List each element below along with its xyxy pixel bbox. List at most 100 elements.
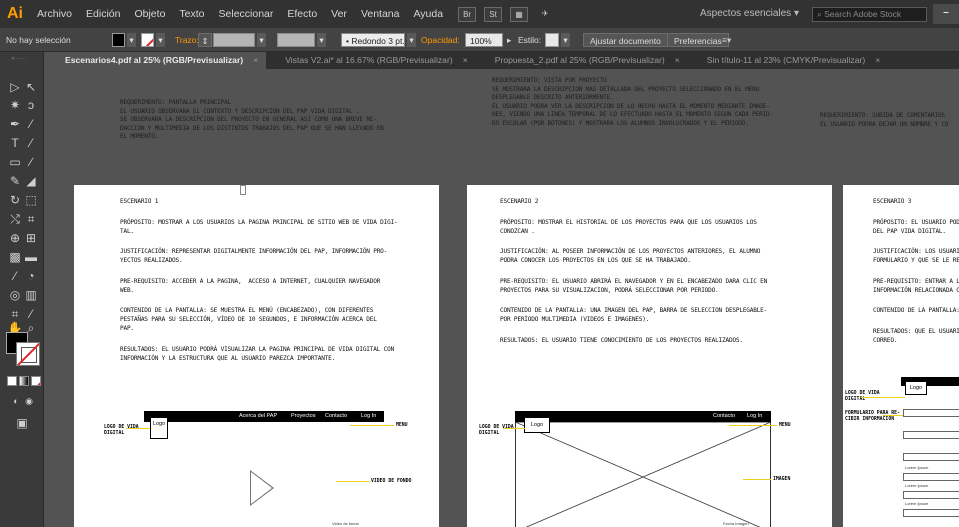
- wf-anno-menu: MENU: [396, 423, 408, 428]
- blend-tool-icon[interactable]: ◔: [22, 267, 40, 285]
- close-icon[interactable]: ×: [675, 55, 680, 65]
- escenario-3-body: PRÓPOSITO: EL USUARIO PODRÁ DEL PAP VIDA…: [873, 218, 959, 356]
- stroke-dropdown[interactable]: ▾: [156, 33, 165, 47]
- opacity-arrow-icon[interactable]: ▸: [507, 33, 511, 47]
- change-screen-mode-icon[interactable]: ▣: [13, 414, 31, 432]
- paintbrush-tool-icon[interactable]: ∕: [22, 153, 40, 171]
- scale-tool-icon[interactable]: ⬚: [22, 191, 40, 209]
- document-canvas[interactable]: REQUERIMENTO: PANTALLA PRINCIPAL EL USUA…: [44, 69, 959, 527]
- tab-sin-titulo-11[interactable]: Sin título-11 al 23% (CMYK/Previsualizar…: [688, 52, 888, 69]
- artboard-handle[interactable]: [240, 185, 246, 195]
- artboard-escenario-3[interactable]: ESCENARIO 3 PRÓPOSITO: EL USUARIO PODRÁ …: [843, 185, 959, 527]
- escenario-1-title: ESCENARIO 1: [120, 198, 159, 205]
- tab-escenarios4[interactable]: Escenarios4.pdf al 25% (RGB/Previsualiza…: [44, 52, 267, 69]
- wf-logo-box: Logo: [905, 381, 927, 395]
- search-icon: ⌕: [817, 9, 822, 19]
- menu-objeto[interactable]: Objeto: [127, 0, 172, 28]
- none-mode-swatch[interactable]: [31, 376, 41, 386]
- style-dropdown[interactable]: ▾: [561, 33, 570, 47]
- menu-ver[interactable]: Ver: [324, 0, 354, 28]
- menu-seleccionar[interactable]: Seleccionar: [212, 0, 281, 28]
- artboard-escenario-2[interactable]: ESCENARIO 2 PRÓPOSITO: MOSTRAR EL HISTOR…: [467, 185, 832, 527]
- stock-search-placeholder: Search Adobe Stock: [824, 9, 902, 19]
- minimize-button[interactable]: –: [933, 4, 959, 24]
- curvature-tool-icon[interactable]: ⁄: [22, 115, 40, 133]
- menu-ventana[interactable]: Ventana: [354, 0, 407, 28]
- escenario-1-proposito: PRÓPOSITO: MOSTRAR A LOS USUARIOS LA PAG…: [120, 219, 398, 235]
- close-icon[interactable]: ×: [253, 55, 258, 65]
- close-icon[interactable]: ×: [875, 55, 880, 65]
- wf-field-label: Lorem Ipsum: [905, 483, 929, 488]
- workspace-switcher[interactable]: Aspectos esenciales ▾: [700, 8, 799, 19]
- wf-form-field: [903, 491, 959, 499]
- brush-definition[interactable]: • Redondo 3 pt.: [341, 33, 405, 47]
- stock-search-input[interactable]: ⌕ Search Adobe Stock: [812, 7, 927, 22]
- direct-selection-tool-icon[interactable]: ↖: [22, 78, 40, 96]
- color-mode-swatch[interactable]: [7, 376, 17, 386]
- variable-width-input[interactable]: [277, 33, 315, 47]
- wf-form-field: [903, 409, 959, 417]
- menu-efecto[interactable]: Efecto: [280, 0, 324, 28]
- escenario-2-prerequisito: PRE-REQUISITO: EL USUARIO ABRIRÁ EL NAVE…: [500, 277, 768, 294]
- column-graph-tool-icon[interactable]: ▥: [22, 286, 40, 304]
- fit-document-button[interactable]: Ajustar documento: [583, 33, 668, 47]
- none-slash-icon: [32, 378, 40, 385]
- stroke-weight-input[interactable]: [213, 33, 255, 47]
- variable-width-dropdown[interactable]: ▾: [317, 33, 326, 47]
- tab-vistas-v2[interactable]: Vistas V2.ai* al 16.67% (RGB/Previsualiz…: [266, 52, 476, 69]
- wf-field-label: Lorem Ipsum: [905, 501, 929, 506]
- requirement-note-3: REQUERIMIENTO: SUBIDA DE COMENTARIOS EL …: [820, 112, 949, 128]
- wf-nav-login: Log In: [747, 413, 763, 419]
- gradient-mode-swatch[interactable]: [19, 376, 29, 386]
- fill-color-swatch[interactable]: [112, 33, 125, 47]
- stroke-weight-dropdown[interactable]: ▾: [257, 33, 266, 47]
- gradient-tool-icon[interactable]: ▬: [22, 248, 40, 266]
- stroke-weight-stepper[interactable]: ⇕: [198, 33, 212, 47]
- stroke-swatch[interactable]: [16, 342, 40, 366]
- chevron-down-icon: ▾: [793, 8, 799, 19]
- brush-dropdown[interactable]: ▾: [407, 33, 416, 47]
- graphic-style-swatch[interactable]: [545, 33, 559, 47]
- wf-nav-acerca: Acerca del PAP: [239, 413, 278, 419]
- requirement-note-1: REQUERIMENTO: PANTALLA PRINCIPAL EL USUA…: [120, 99, 384, 141]
- wf-image-caption: Fecha Imagen: [723, 521, 749, 526]
- menu-edicion[interactable]: Edición: [79, 0, 127, 28]
- wf-pointer-line: [743, 479, 771, 480]
- menu-ayuda[interactable]: Ayuda: [406, 0, 450, 28]
- arrange-documents-icon[interactable]: ▦: [510, 6, 529, 22]
- line-tool-icon[interactable]: ⁄: [22, 134, 40, 152]
- wf-pointer-line: [336, 481, 370, 482]
- wf-anno-logo: LOGO DE VIDA DIGITAL: [479, 425, 514, 436]
- preferences-button[interactable]: Preferencias: [667, 33, 729, 47]
- perspective-grid-tool-icon[interactable]: ⊞: [22, 229, 40, 247]
- escenario-2-title: ESCENARIO 2: [500, 198, 539, 205]
- tools-panel: « ····· ▷ ↖ ✷ ↄ ✒ ⁄ T ⁄ ▭ ∕ ✎ ◢ ↻ ⬚ ⤭ ⌗ …: [0, 52, 44, 527]
- opacity-input[interactable]: 100%: [465, 33, 503, 47]
- stroke-color-swatch[interactable]: [141, 33, 154, 47]
- stock-button[interactable]: St: [484, 6, 503, 22]
- wireframe-header-bar: Acerca del PAP Proyectos Contacto Log In: [144, 411, 384, 422]
- requirement-note-2: REQUERIMIENTO: VISTA POR PROYECTO SE MOS…: [492, 77, 773, 127]
- lasso-tool-icon[interactable]: ↄ: [22, 96, 40, 114]
- gpu-performance-icon[interactable]: ✈: [536, 7, 554, 22]
- menu-archivo[interactable]: Archivo: [30, 0, 79, 28]
- wf-nav-contacto: Contacto: [325, 413, 348, 419]
- screen-mode-icon[interactable]: ◉: [20, 392, 38, 410]
- bridge-button[interactable]: Br: [458, 6, 477, 22]
- free-transform-tool-icon[interactable]: ⌗: [22, 210, 40, 228]
- wf-nav-contacto: Contacto: [713, 413, 736, 419]
- panel-menu-icon[interactable]: ≡▾: [722, 33, 731, 47]
- menu-texto[interactable]: Texto: [172, 0, 211, 28]
- close-icon[interactable]: ×: [463, 55, 468, 65]
- wireframe-header-bar: Contacto Log In: [515, 411, 771, 422]
- artboard-escenario-1[interactable]: ESCENARIO 1 PRÓPOSITO: MOSTRAR A LOS USU…: [74, 185, 439, 527]
- escenario-1-prerequisito: PRE-REQUISITO: ACCEDER A LA PAGINA, ACCE…: [120, 277, 381, 294]
- control-bar: No hay selección ▾ ▾ Trazo: ⇕ ▾ ▾ • Redo…: [0, 28, 959, 52]
- panel-grip-icon[interactable]: « ·····: [10, 50, 28, 68]
- tab-label: Propuesta_2.pdf al 25% (RGB/Previsualiza…: [494, 55, 665, 65]
- eraser-tool-icon[interactable]: ◢: [22, 172, 40, 190]
- fill-dropdown[interactable]: ▾: [127, 33, 136, 47]
- escenario-2-justificacion: JUSTIFICACIÓN: AL POSEER INFORMACIÓN DE …: [500, 248, 761, 265]
- illustrator-logo: Ai: [7, 5, 23, 22]
- tab-propuesta-2[interactable]: Propuesta_2.pdf al 25% (RGB/Previsualiza…: [476, 52, 688, 69]
